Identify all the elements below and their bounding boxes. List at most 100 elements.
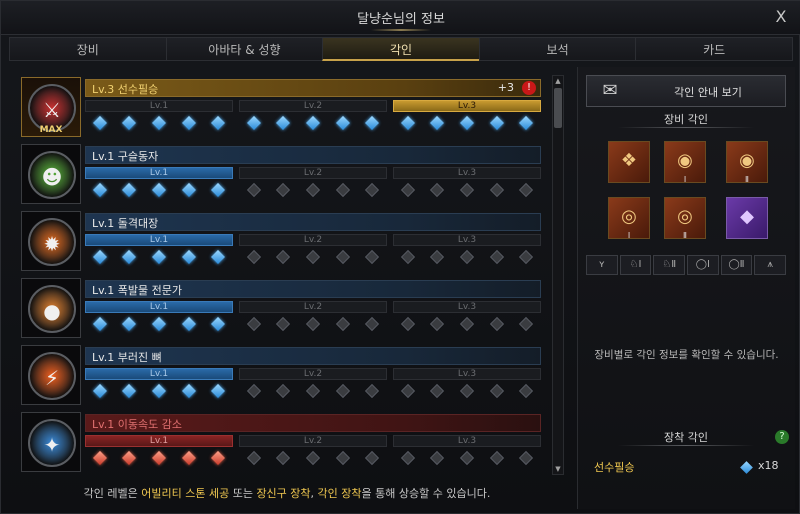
slot-numeral: Ⅰ: [683, 175, 687, 184]
equipment-icon: ❖: [620, 150, 638, 171]
gem-group: [85, 182, 233, 198]
gem-icon: [92, 316, 107, 332]
level-segment: Lv.2: [239, 100, 387, 112]
title-bar: 달냥순님의 정보 X: [1, 1, 800, 35]
scroll-up-icon[interactable]: ▲: [553, 76, 563, 86]
gem-icon: [430, 249, 445, 265]
ring-2-slot[interactable]: ◎ Ⅱ: [664, 197, 706, 240]
engraving-glyph: ⚡: [44, 366, 60, 390]
gem-group: [239, 450, 387, 466]
engraving-title-bar: Lv.3 선수필승 +3!: [85, 79, 541, 97]
engraving-title: Lv.1 이동속도 감소: [92, 418, 182, 431]
help-icon[interactable]: ?: [775, 430, 789, 444]
gem-icon: [519, 450, 534, 466]
level-segment: Lv.1: [85, 234, 233, 246]
guide-button-label: 각인 안내 보기: [674, 86, 742, 99]
earring-1-slot[interactable]: ◉ Ⅰ: [664, 141, 706, 184]
gem-group: [239, 383, 387, 399]
engraving-title-bar: Lv.1 구슬동자: [85, 146, 541, 164]
gem-group: [239, 182, 387, 198]
slot-numeral: Ⅰ: [627, 231, 631, 240]
gem-icon: [151, 249, 167, 265]
gem-icon: [365, 383, 380, 399]
gem-icon: [335, 450, 350, 466]
engraving-row[interactable]: ✹ Lv.1 돌격대장 Lv.1 Lv.2 Lv.3: [19, 209, 549, 273]
ring-1-slot[interactable]: ◎ Ⅰ: [608, 197, 650, 240]
gem-icon: [305, 249, 321, 265]
gem-icon: [181, 450, 196, 466]
gem-icon: [92, 115, 107, 131]
engraving-badge: ✦: [21, 412, 81, 472]
level-segment: Lv.3: [393, 368, 541, 380]
gem-icon: [459, 182, 475, 198]
broken-bone-icon: ⚡: [28, 352, 76, 400]
level-segment: Lv.3: [393, 435, 541, 447]
engraving-scrollbar[interactable]: ▲ ▼: [552, 75, 564, 475]
gem-icon: [489, 115, 504, 131]
engraving-badge: ⚡: [21, 345, 81, 405]
engraving-row[interactable]: ⚔ MAX Lv.3 선수필승 +3! Lv.1 Lv.2 Lv.3: [19, 75, 549, 139]
ability-stone-slot[interactable]: ◆: [726, 197, 768, 239]
gem-icon: [246, 450, 261, 466]
tab-2[interactable]: 각인: [322, 37, 479, 61]
applied-engraving-title: 장착 각인: [664, 431, 708, 444]
gem-icon: [489, 249, 504, 265]
tab-4[interactable]: 카드: [635, 37, 793, 61]
gem-icon: [211, 182, 226, 198]
gem-icon: [246, 383, 261, 399]
filter-earring-2[interactable]: ♘Ⅱ: [653, 255, 686, 275]
gem-icon: [92, 249, 107, 265]
gem-icon: [365, 115, 380, 131]
engraving-title-bar: Lv.1 부러진 뼈: [85, 347, 541, 365]
level-segment: Lv.2: [239, 234, 387, 246]
level-segment: Lv.2: [239, 435, 387, 447]
level-segment: Lv.1: [85, 301, 233, 313]
gem-icon: [246, 249, 261, 265]
scroll-thumb[interactable]: [554, 88, 562, 128]
engraving-title: Lv.3 선수필승: [92, 83, 159, 96]
earring-2-slot[interactable]: ◉ Ⅱ: [726, 141, 768, 184]
gem-icon: [92, 450, 107, 466]
necklace-slot[interactable]: ❖: [608, 141, 650, 183]
gem-icon: [459, 115, 475, 131]
tab-0[interactable]: 장비: [9, 37, 166, 61]
gem-icon: [365, 316, 380, 332]
gem-icon: [489, 450, 504, 466]
gem-icon: [211, 383, 226, 399]
filter-necklace[interactable]: ʏ: [586, 255, 618, 275]
level-segment: Lv.3: [393, 100, 541, 112]
gem-group: [85, 383, 233, 399]
bomb-icon: ●: [28, 285, 76, 333]
warning-icon[interactable]: !: [522, 81, 536, 95]
level-segment: Lv.2: [239, 167, 387, 179]
gem-icon: [122, 115, 137, 131]
gem-icon: [430, 316, 445, 332]
gem-group: [393, 182, 541, 198]
gem-group: [85, 316, 233, 332]
engraving-row[interactable]: ☻ Lv.1 구슬동자 Lv.1 Lv.2 Lv.3: [19, 142, 549, 206]
tab-3[interactable]: 보석: [478, 37, 636, 61]
engraving-row[interactable]: ⚡ Lv.1 부러진 뼈 Lv.1 Lv.2 Lv.3: [19, 343, 549, 407]
filter-ring-1[interactable]: ◯Ⅰ: [687, 255, 719, 275]
window-title: 달냥순님의 정보: [357, 12, 445, 27]
equipment-engraving-panel: ✉ 각인 안내 보기 장비 각인 ❖ ◉ Ⅰ ◉ Ⅱ ◎ Ⅰ ◎ Ⅱ ◆ ʏ ♘Ⅰ ♘Ⅱ ◯Ⅰ ◯Ⅱ ⩚ 장…: [577, 67, 795, 509]
gem-icon: [276, 182, 291, 198]
close-icon[interactable]: X: [771, 7, 791, 27]
engraving-title: Lv.1 폭발물 전문가: [92, 284, 182, 297]
level-segment: Lv.1: [85, 368, 233, 380]
filter-earring-1[interactable]: ♘Ⅰ: [619, 255, 652, 275]
engraving-row[interactable]: ● Lv.1 폭발물 전문가 Lv.1 Lv.2 Lv.3: [19, 276, 549, 340]
scroll-down-icon[interactable]: ▼: [553, 464, 563, 474]
engraving-title-bar: Lv.1 이동속도 감소: [85, 414, 541, 432]
engraving-guide-button[interactable]: ✉ 각인 안내 보기: [586, 75, 786, 107]
filter-ring-2[interactable]: ◯Ⅱ: [720, 255, 753, 275]
engraving-glyph: ✦: [43, 433, 61, 457]
tab-1[interactable]: 아바타 & 성향: [165, 37, 323, 61]
engraving-row[interactable]: ✦ Lv.1 이동속도 감소 Lv.1 Lv.2 Lv.3: [19, 410, 549, 474]
gem-icon: [151, 316, 167, 332]
filter-stone[interactable]: ⩚: [754, 255, 787, 275]
gem-icon: [92, 383, 107, 399]
level-segment: Lv.2: [239, 301, 387, 313]
gem-icon: [181, 182, 196, 198]
gem-icon: [246, 316, 261, 332]
